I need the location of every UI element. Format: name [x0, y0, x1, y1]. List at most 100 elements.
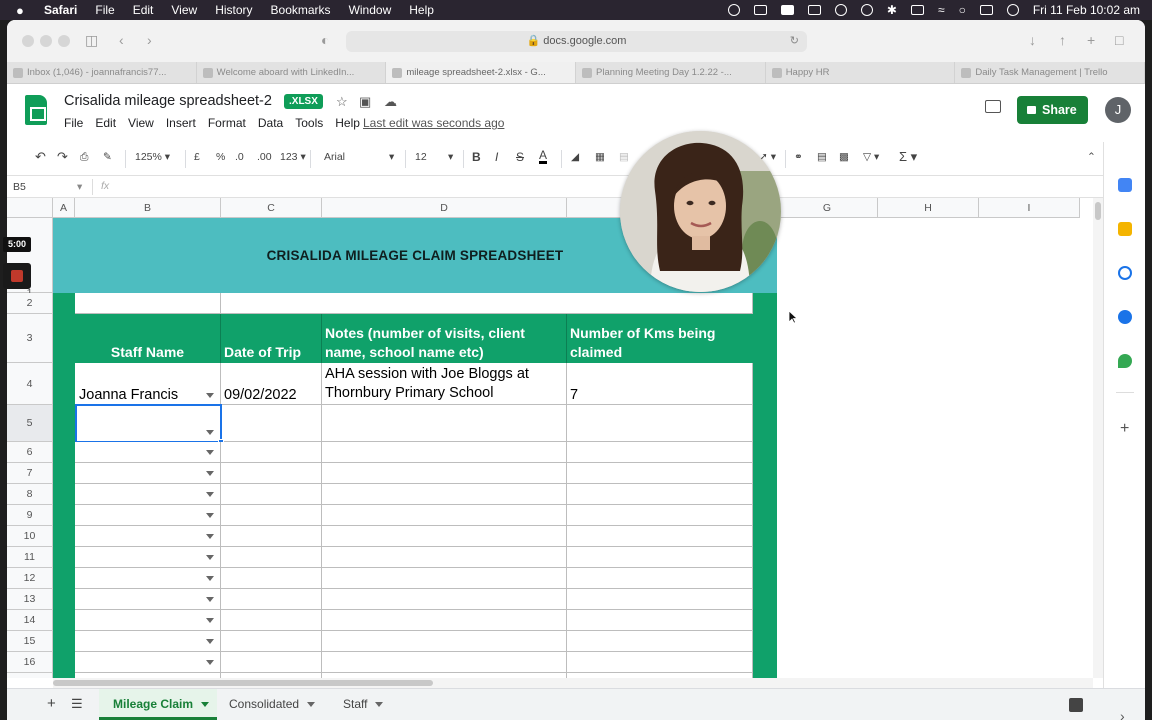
menu-bookmarks[interactable]: Bookmarks — [271, 3, 331, 17]
close-window-button[interactable] — [22, 35, 34, 47]
borders-icon[interactable]: ▦ — [595, 151, 605, 163]
cell-c10[interactable] — [221, 526, 322, 547]
menu-history[interactable]: History — [215, 3, 252, 17]
doc-menu-file[interactable]: File — [64, 116, 83, 130]
cell-e7[interactable] — [567, 463, 753, 484]
doc-menu-tools[interactable]: Tools — [295, 116, 323, 130]
time-machine-icon[interactable] — [860, 4, 873, 16]
cell-e5[interactable] — [567, 405, 753, 442]
star-icon[interactable]: ☆ — [336, 94, 348, 110]
maps-icon[interactable] — [1118, 354, 1132, 368]
sheets-logo-icon[interactable] — [25, 95, 47, 125]
chevron-down-icon[interactable]: ▾ — [77, 181, 82, 193]
tab-overview-icon[interactable]: □ — [1115, 32, 1123, 48]
cell-e4-kms[interactable]: 7 — [567, 363, 753, 405]
doc-menu-edit[interactable]: Edit — [95, 116, 116, 130]
browser-tab-gmail[interactable]: Inbox (1,046) - joannafrancis77... — [7, 62, 197, 83]
display-status-icon[interactable] — [807, 5, 821, 15]
cell-d10[interactable] — [322, 526, 567, 547]
stop-recording-button[interactable] — [3, 263, 31, 289]
more-formats-button[interactable]: 123 ▾ — [280, 151, 306, 163]
cell-c6[interactable] — [221, 442, 322, 463]
account-avatar[interactable]: J — [1105, 97, 1131, 123]
cell-d6[interactable] — [322, 442, 567, 463]
cell-d14[interactable] — [322, 610, 567, 631]
explore-icon[interactable] — [1069, 698, 1083, 712]
comment-history-icon[interactable] — [985, 100, 1001, 113]
font-select[interactable]: Arial — [324, 151, 345, 163]
row-header-5[interactable]: 5 — [7, 405, 53, 442]
header-date-of-trip[interactable]: Date of Trip — [221, 314, 322, 363]
merge-cells-icon[interactable]: ▤ — [619, 151, 629, 163]
sheet-tab-consolidated[interactable]: Consolidated — [229, 689, 329, 720]
row-header-8[interactable]: 8 — [7, 484, 53, 505]
lock-status-icon[interactable] — [753, 5, 767, 15]
cell-e6[interactable] — [567, 442, 753, 463]
address-bar[interactable]: 🔒 docs.google.com ↻ — [346, 31, 807, 52]
wifi-icon[interactable]: ≈ — [938, 3, 945, 17]
functions-button[interactable]: Σ ▾ — [899, 149, 917, 165]
row-header-16[interactable]: 16 — [7, 652, 53, 673]
cell-e8[interactable] — [567, 484, 753, 505]
column-header-h[interactable]: H — [878, 198, 979, 218]
row-header-14[interactable]: 14 — [7, 610, 53, 631]
cell-c7[interactable] — [221, 463, 322, 484]
cell-d7[interactable] — [322, 463, 567, 484]
cell-b10[interactable] — [75, 526, 221, 547]
move-folder-icon[interactable]: ▣ — [359, 94, 371, 110]
cell-e16[interactable] — [567, 652, 753, 673]
cell-b11[interactable] — [75, 547, 221, 568]
cell-c13[interactable] — [221, 589, 322, 610]
browser-tab-planning[interactable]: Planning Meeting Day 1.2.22 -... — [576, 62, 766, 83]
control-center-icon[interactable] — [979, 5, 993, 15]
cell-e15[interactable] — [567, 631, 753, 652]
downloads-icon[interactable]: ↓ — [1029, 32, 1036, 48]
dropdown-arrow-icon[interactable] — [206, 618, 214, 623]
row-header-17[interactable]: 17 — [7, 673, 53, 678]
dropdown-arrow-icon[interactable] — [206, 576, 214, 581]
percent-format-button[interactable]: % — [216, 151, 225, 163]
get-addons-icon[interactable]: + — [1120, 420, 1129, 438]
dropdown-arrow-icon[interactable] — [206, 513, 214, 518]
cell-b2[interactable] — [75, 293, 221, 314]
increase-decimal-button[interactable]: .00 — [257, 151, 272, 163]
dropdown-arrow-icon[interactable] — [206, 660, 214, 665]
cell-b14[interactable] — [75, 610, 221, 631]
menu-clock[interactable]: Fri 11 Feb 10:02 am — [1033, 3, 1140, 17]
minimize-window-button[interactable] — [40, 35, 52, 47]
privacy-shield-icon[interactable]: ◐ — [321, 32, 329, 48]
header-notes[interactable]: Notes (number of visits, client name, sc… — [322, 314, 567, 363]
add-sheet-icon[interactable]: + — [47, 689, 56, 720]
cell-e11[interactable] — [567, 547, 753, 568]
scroll-thumb[interactable] — [1095, 202, 1101, 220]
row-header-2[interactable]: 2 — [7, 293, 53, 314]
cell-e10[interactable] — [567, 526, 753, 547]
dropdown-arrow-icon[interactable] — [206, 471, 214, 476]
dropdown-arrow-icon[interactable] — [206, 450, 214, 455]
browser-tab-sheets[interactable]: mileage spreadsheet-2.xlsx - G... — [386, 62, 577, 83]
row-header-13[interactable]: 13 — [7, 589, 53, 610]
gear-status-icon[interactable] — [727, 4, 740, 16]
cell-d5[interactable] — [322, 405, 567, 442]
scroll-thumb[interactable] — [53, 680, 433, 686]
all-sheets-icon[interactable]: ☰ — [71, 689, 83, 720]
cell-b6[interactable] — [75, 442, 221, 463]
last-edit-link[interactable]: Last edit was seconds ago — [363, 116, 504, 130]
bold-button[interactable]: B — [472, 150, 481, 164]
cell-c4-date[interactable]: 09/02/2022 — [221, 363, 322, 405]
vertical-scrollbar[interactable] — [1093, 198, 1103, 678]
strikethrough-button[interactable]: S — [516, 150, 524, 164]
webcam-bubble[interactable] — [620, 131, 781, 292]
column-header-g[interactable]: G — [777, 198, 878, 218]
doc-menu-format[interactable]: Format — [208, 116, 246, 130]
undo-icon[interactable]: ↶ — [35, 149, 46, 165]
cell-b16[interactable] — [75, 652, 221, 673]
cell-d15[interactable] — [322, 631, 567, 652]
menu-view[interactable]: View — [171, 3, 197, 17]
print-icon[interactable]: ⎙ — [80, 151, 88, 164]
text-color-button[interactable]: A — [539, 149, 548, 164]
menu-edit[interactable]: Edit — [133, 3, 154, 17]
cell-d11[interactable] — [322, 547, 567, 568]
row-header-11[interactable]: 11 — [7, 547, 53, 568]
doc-title[interactable]: Crisalida mileage spreadsheet-2 — [64, 93, 272, 109]
